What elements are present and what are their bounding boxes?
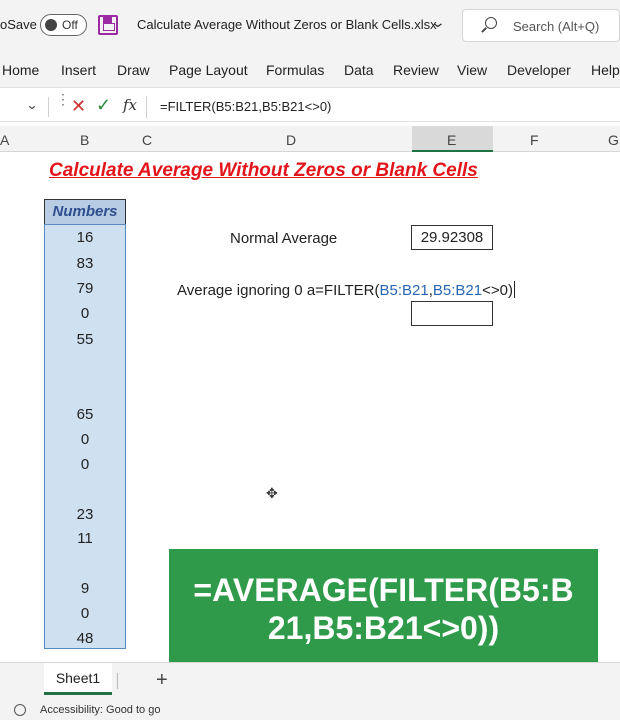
ribbon-tab-formulas[interactable]: Formulas bbox=[266, 62, 324, 78]
save-icon[interactable] bbox=[98, 15, 118, 35]
number-cell[interactable]: 0 bbox=[45, 456, 125, 473]
normal-average-value[interactable]: 29.92308 bbox=[411, 225, 493, 250]
numbers-header-cell[interactable]: Numbers bbox=[44, 199, 126, 225]
more-icon[interactable]: ⋮ bbox=[56, 92, 70, 106]
divider bbox=[117, 673, 118, 689]
document-title[interactable]: Calculate Average Without Zeros or Blank… bbox=[137, 17, 437, 32]
number-cell[interactable]: 0 bbox=[45, 605, 125, 622]
ribbon-tab-data[interactable]: Data bbox=[344, 62, 374, 78]
column-header-b[interactable]: B bbox=[80, 132, 89, 148]
number-cell[interactable]: 0 bbox=[45, 431, 125, 448]
accessibility-status[interactable]: Accessibility: Good to go bbox=[40, 704, 160, 716]
column-header-c[interactable]: C bbox=[142, 132, 152, 148]
toggle-knob bbox=[45, 19, 57, 31]
column-header-a[interactable]: A bbox=[0, 132, 9, 148]
divider bbox=[48, 97, 49, 117]
formula-input[interactable]: =FILTER(B5:B21,B5:B21<>0) bbox=[160, 99, 331, 114]
formula-reference: B5:B21 bbox=[432, 282, 483, 299]
number-cell[interactable]: 65 bbox=[45, 406, 125, 423]
cancel-button[interactable]: ✕ bbox=[71, 96, 86, 117]
number-cell[interactable]: 48 bbox=[45, 630, 125, 647]
title-bar: oSave Off Calculate Average Without Zero… bbox=[0, 0, 620, 52]
search-placeholder: Search (Alt+Q) bbox=[513, 19, 600, 34]
accessibility-icon[interactable] bbox=[14, 704, 26, 716]
ribbon-tabs: Home Insert Draw Page Layout Formulas Da… bbox=[0, 52, 620, 88]
formula-bar: ⌄ ⋮ ✕ ✓ fx =FILTER(B5:B21,B5:B21<>0) bbox=[0, 92, 620, 122]
banner-line-1: =AVERAGE(FILTER(B5:B bbox=[193, 572, 574, 608]
insert-function-button[interactable]: fx bbox=[123, 96, 137, 114]
ribbon-tab-insert[interactable]: Insert bbox=[61, 62, 96, 78]
average-ignoring-zero-row[interactable]: Average ignoring 0 a=FILTER(B5:B21,B5:B2… bbox=[177, 281, 515, 299]
active-cell-e7[interactable] bbox=[411, 301, 493, 326]
ribbon-tab-page-layout[interactable]: Page Layout bbox=[169, 62, 248, 78]
column-header-d[interactable]: D bbox=[286, 132, 296, 148]
sheet-title: Calculate Average Without Zeros or Blank… bbox=[49, 160, 478, 181]
number-cell[interactable]: 11 bbox=[45, 530, 125, 547]
number-cell[interactable]: 55 bbox=[45, 331, 125, 348]
status-bar: Accessibility: Good to go bbox=[0, 700, 620, 720]
numbers-range[interactable]: 16 83 79 0 55 65 0 0 23 11 9 0 48 bbox=[44, 224, 126, 649]
ribbon-tab-developer[interactable]: Developer bbox=[507, 62, 571, 78]
autosave-toggle[interactable]: Off bbox=[40, 14, 87, 36]
column-header-e[interactable]: E bbox=[447, 132, 456, 148]
formula-suffix: <>0) bbox=[482, 282, 513, 299]
ribbon-tab-draw[interactable]: Draw bbox=[117, 62, 150, 78]
ribbon-tab-review[interactable]: Review bbox=[393, 62, 439, 78]
enter-button[interactable]: ✓ bbox=[96, 95, 111, 116]
search-icon bbox=[485, 17, 497, 29]
column-headers: A B C D E F G bbox=[0, 126, 620, 152]
number-cell[interactable]: 16 bbox=[45, 229, 125, 246]
ribbon-tab-help[interactable]: Help bbox=[591, 62, 620, 78]
autosave-label: oSave bbox=[0, 17, 37, 32]
number-cell[interactable]: 9 bbox=[45, 580, 125, 597]
column-header-f[interactable]: F bbox=[530, 132, 539, 148]
sheet-tab-sheet1[interactable]: Sheet1 bbox=[44, 663, 112, 695]
ignoring-label: Average ignoring 0 a bbox=[177, 282, 316, 299]
search-box[interactable]: Search (Alt+Q) bbox=[462, 9, 620, 42]
number-cell[interactable]: 23 bbox=[45, 506, 125, 523]
ribbon-tab-home[interactable]: Home bbox=[2, 62, 39, 78]
number-cell[interactable]: 83 bbox=[45, 255, 125, 272]
column-header-g[interactable]: G bbox=[608, 132, 619, 148]
divider bbox=[146, 96, 147, 118]
worksheet-grid[interactable]: Calculate Average Without Zeros or Blank… bbox=[0, 152, 620, 671]
banner-line-2: 21,B5:B21<>0)) bbox=[267, 610, 500, 646]
toggle-text: Off bbox=[62, 18, 78, 32]
number-cell[interactable]: 0 bbox=[45, 305, 125, 322]
cell-cursor-icon: ✥ bbox=[266, 485, 278, 501]
text-cursor bbox=[513, 281, 515, 298]
normal-average-label: Normal Average bbox=[230, 230, 338, 247]
formula-reference: B5:B21 bbox=[379, 282, 429, 299]
number-cell[interactable]: 79 bbox=[45, 280, 125, 297]
name-box-dropdown-icon[interactable]: ⌄ bbox=[25, 98, 38, 112]
formula-prefix: =FILTER( bbox=[315, 282, 380, 299]
sheet-tabs-bar: Sheet1 + bbox=[0, 662, 620, 700]
add-sheet-button[interactable]: + bbox=[156, 669, 168, 692]
chevron-down-icon[interactable]: ⌄ bbox=[430, 14, 446, 31]
ribbon-tab-view[interactable]: View bbox=[457, 62, 487, 78]
formula-banner: =AVERAGE(FILTER(B5:B 21,B5:B21<>0)) bbox=[169, 549, 598, 671]
